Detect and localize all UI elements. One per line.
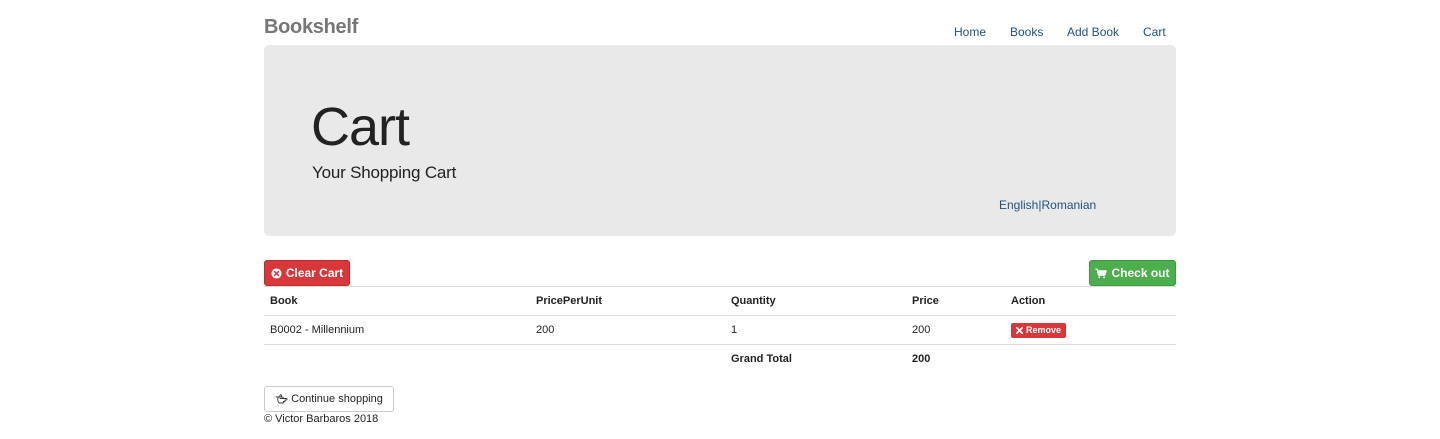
clear-cart-button[interactable]: Clear Cart — [264, 260, 350, 286]
table-header-row: Book PricePerUnit Quantity Price Action — [264, 286, 1176, 316]
grand-total-label: Grand Total — [725, 344, 906, 373]
column-header-action: Action — [1005, 286, 1176, 316]
cell-price-per-unit: 200 — [530, 315, 725, 345]
cell-action: Remove — [1005, 315, 1176, 345]
remove-button[interactable]: Remove — [1011, 322, 1067, 338]
footer-copyright: © Victor Barbaros 2018 — [264, 413, 379, 425]
times-icon — [1016, 326, 1023, 334]
nav-menu: Home Books Add Book Cart — [0, 25, 1440, 41]
column-header-price-per-unit: PricePerUnit — [530, 286, 725, 316]
nav-add-book-link[interactable]: Add Book — [1067, 25, 1119, 39]
cell-price: 200 — [906, 315, 1005, 345]
checkout-button[interactable]: Check out — [1089, 260, 1176, 286]
continue-shopping-label: Continue shopping — [291, 393, 383, 405]
cell-book: B0002 - Millennium — [264, 315, 530, 345]
table-row: B0002 - Millennium 200 1 200 Remove — [264, 315, 1176, 345]
times-circle-icon — [271, 267, 282, 279]
language-switcher: English|Romanian — [999, 198, 1096, 212]
cart-table: Book PricePerUnit Quantity Price Action … — [264, 286, 1176, 373]
remove-label: Remove — [1026, 324, 1062, 335]
page-subtitle: Your Shopping Cart — [312, 163, 457, 182]
shopping-cart-icon — [1095, 268, 1108, 279]
column-header-book: Book — [264, 286, 530, 316]
checkout-label: Check out — [1111, 266, 1170, 280]
nav-cart-link[interactable]: Cart — [1143, 25, 1166, 39]
clear-cart-label: Clear Cart — [285, 266, 344, 280]
grand-total-value: 200 — [906, 344, 1005, 373]
grand-total-row: Grand Total 200 — [264, 344, 1176, 373]
page-title: Cart — [311, 97, 410, 157]
nav-books-link[interactable]: Books — [1010, 25, 1043, 39]
cell-quantity: 1 — [725, 315, 906, 345]
column-header-quantity: Quantity — [725, 286, 906, 316]
continue-shopping-button[interactable]: Continue shopping — [264, 386, 394, 412]
column-header-price: Price — [906, 286, 1005, 316]
hand-pointing-left-icon — [275, 394, 288, 404]
language-romanian-link[interactable]: Romanian — [1041, 198, 1096, 212]
jumbotron: Cart Your Shopping Cart English|Romanian — [264, 45, 1176, 236]
language-english-link[interactable]: English — [999, 198, 1038, 212]
nav-home-link[interactable]: Home — [954, 25, 986, 39]
